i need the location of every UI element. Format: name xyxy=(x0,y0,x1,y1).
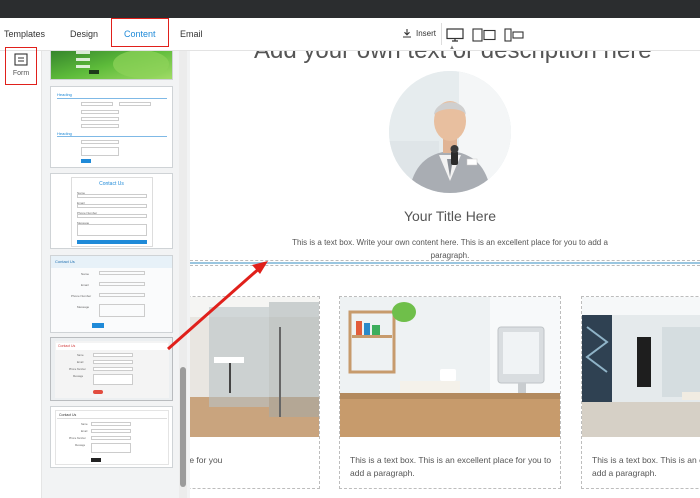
field xyxy=(91,429,131,433)
office-corridor-image xyxy=(190,297,319,437)
field xyxy=(99,282,145,286)
field xyxy=(81,124,119,128)
thumb-title: Contact Us xyxy=(55,259,75,264)
divider xyxy=(57,136,167,137)
thumb-title: Contact Us xyxy=(59,413,77,417)
thumb-label: Email xyxy=(81,430,88,433)
card-text-3[interactable]: This is a text box. This is an excellent… xyxy=(592,454,700,480)
thumb-label: Name xyxy=(81,423,88,426)
content-card-1[interactable]: is is an excellent place for you xyxy=(190,296,320,489)
editor-canvas[interactable]: Add your own text or description here Yo… xyxy=(190,51,700,498)
window-topbar xyxy=(0,0,700,18)
thumb-label: Email xyxy=(81,283,89,287)
thumb-label: Name xyxy=(77,354,84,357)
divider xyxy=(57,418,167,419)
thumb-label: Phone Number xyxy=(69,368,86,371)
tab-design[interactable]: Design xyxy=(70,18,98,51)
section-title[interactable]: Your Title Here xyxy=(190,208,700,224)
field xyxy=(77,224,147,236)
field xyxy=(81,140,119,144)
thumb-title: Contact Us xyxy=(99,181,124,187)
submit-thumb xyxy=(91,458,101,462)
thumb-label: Message xyxy=(73,375,84,378)
card-text-2[interactable]: This is a text box. This is an excellent… xyxy=(350,454,552,480)
template-thumb-contact-2[interactable]: Contact Us Name Email Phone Number Messa… xyxy=(50,255,173,333)
content-card-2[interactable]: This is a text box. This is an excellent… xyxy=(339,296,561,489)
insert-label: Insert xyxy=(416,28,437,38)
card-image-3 xyxy=(582,297,700,437)
panel-scrollbar-thumb[interactable] xyxy=(180,367,186,487)
template-thumb-contact-3-selected[interactable]: Contact Us Name Email Phone Number Messa… xyxy=(50,337,173,401)
field xyxy=(93,360,133,364)
template-thumb-green[interactable] xyxy=(50,51,173,80)
thumb-title: Contact Us xyxy=(58,344,76,348)
field xyxy=(77,214,147,218)
thumb-label: Name xyxy=(81,272,90,276)
nav-bar: Templates Design Content Email Insert ▲ xyxy=(0,18,700,51)
field xyxy=(81,117,119,121)
template-thumb-contact-1[interactable]: Contact Us Name Email Phone Number Messa… xyxy=(50,173,173,249)
submit-thumb xyxy=(92,323,104,328)
template-thumb-heading-form[interactable]: Heading Heading xyxy=(50,86,173,168)
form-icon xyxy=(14,53,28,66)
intro-text[interactable]: This is a text box. Write your own conte… xyxy=(290,236,610,262)
card-image-2 xyxy=(340,297,560,437)
content-card-3[interactable]: This is a text box. This is an excellent… xyxy=(581,296,700,489)
mobile-icon[interactable] xyxy=(504,28,524,42)
page-heading[interactable]: Add your own text or description here xyxy=(254,51,652,65)
form-tool-label: Form xyxy=(12,70,30,77)
insert-button[interactable]: Insert xyxy=(402,28,436,38)
field xyxy=(77,194,147,198)
thumb-label: Message xyxy=(77,305,90,309)
modern-office-image xyxy=(582,297,700,437)
field xyxy=(93,367,133,371)
tablet-icon[interactable] xyxy=(472,28,496,42)
field xyxy=(93,353,133,357)
field xyxy=(99,304,145,317)
thumb-label: Message xyxy=(75,444,86,447)
field xyxy=(119,102,151,106)
submit-thumb xyxy=(77,240,147,244)
form-tool-button[interactable]: Form xyxy=(5,47,37,85)
thumb-label: Email xyxy=(77,361,84,364)
card-image-1 xyxy=(190,297,319,437)
field xyxy=(77,204,147,208)
tab-email[interactable]: Email xyxy=(180,18,203,51)
template-panel: Heading Heading Contact Us Name Email Ph… xyxy=(42,51,190,498)
download-icon xyxy=(403,29,411,38)
speaker-image xyxy=(389,71,511,193)
submit-thumb xyxy=(81,159,91,163)
desk-workspace-image xyxy=(340,297,560,437)
template-thumb-contact-4[interactable]: Contact Us Name Email Phone Number Messa… xyxy=(50,406,173,468)
divider xyxy=(57,98,167,99)
field xyxy=(81,110,119,114)
tool-rail xyxy=(0,51,42,498)
field xyxy=(93,374,133,385)
thumb-label: Phone Number xyxy=(69,437,86,440)
field xyxy=(81,102,113,106)
thumb-label: Phone Number xyxy=(71,294,92,298)
card-text-1[interactable]: is is an excellent place for you xyxy=(190,454,311,467)
leaf-image xyxy=(51,51,172,79)
row-boundary xyxy=(190,265,700,266)
thumb-heading-1: Heading xyxy=(57,92,72,97)
row-boundary xyxy=(190,260,700,261)
device-preview-group xyxy=(446,26,524,44)
field xyxy=(99,271,145,275)
field xyxy=(91,422,131,426)
drop-indicator xyxy=(190,262,700,264)
field xyxy=(91,436,131,440)
field xyxy=(91,443,131,453)
speaker-photo[interactable] xyxy=(389,71,511,193)
tab-content[interactable]: Content xyxy=(111,18,168,51)
field xyxy=(81,147,119,156)
nav-divider xyxy=(441,23,442,45)
submit-thumb xyxy=(93,390,103,394)
desktop-icon[interactable] xyxy=(446,28,464,42)
field xyxy=(99,293,145,297)
